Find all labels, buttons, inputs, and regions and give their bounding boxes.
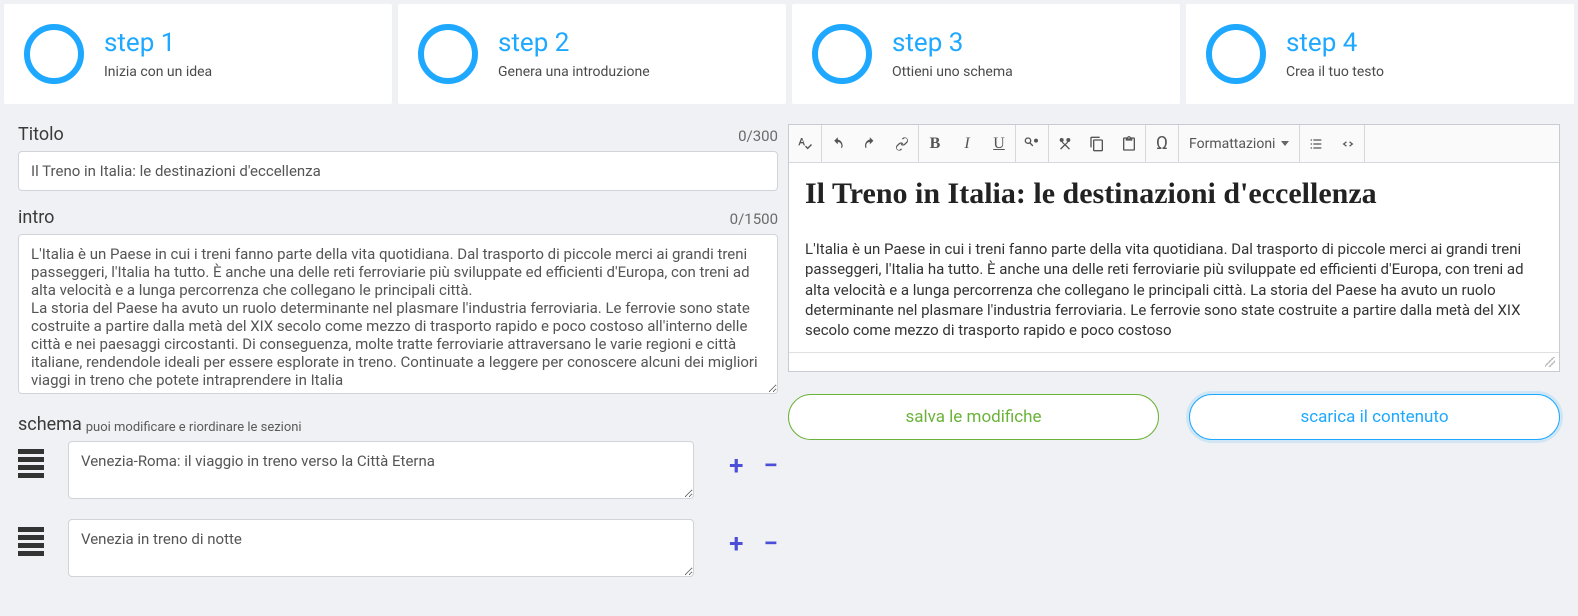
paste-icon[interactable]: [1113, 125, 1145, 162]
step-2-card[interactable]: step 2 Genera una introduzione: [398, 4, 786, 104]
save-button[interactable]: salva le modifiche: [788, 394, 1159, 440]
editor-heading: Il Treno in Italia: le destinazioni d'ec…: [805, 177, 1543, 211]
schema-row: + −: [18, 441, 778, 499]
steps-header: step 1 Inizia con un idea step 2 Genera …: [0, 0, 1578, 104]
titolo-counter: 0/300: [738, 127, 778, 145]
step-3-sub: Ottieni uno schema: [892, 64, 1013, 80]
intro-label: intro: [18, 207, 54, 228]
chevron-down-icon: [1281, 141, 1289, 146]
cut-icon[interactable]: [1049, 125, 1081, 162]
rich-text-editor: B I U: [788, 124, 1560, 372]
editor-resize-handle[interactable]: [789, 353, 1559, 371]
step-circle-icon: [24, 24, 84, 84]
schema-label: schema: [18, 414, 82, 435]
schema-item-input[interactable]: [68, 441, 694, 499]
drag-handle-icon[interactable]: [18, 441, 54, 478]
drag-handle-icon[interactable]: [18, 519, 54, 556]
underline-button[interactable]: U: [983, 125, 1015, 162]
source-code-icon[interactable]: [1332, 125, 1364, 162]
schema-row: + −: [18, 519, 778, 577]
titolo-input[interactable]: [18, 151, 778, 191]
special-char-icon[interactable]: Ω: [1146, 125, 1178, 162]
bold-button[interactable]: B: [919, 125, 951, 162]
find-replace-icon[interactable]: [1016, 125, 1048, 162]
link-icon[interactable]: [886, 125, 918, 162]
schema-field: schema puoi modificare e riordinare le s…: [18, 414, 778, 597]
step-1-card[interactable]: step 1 Inizia con un idea: [4, 4, 392, 104]
add-section-button[interactable]: +: [729, 531, 743, 557]
intro-textarea[interactable]: [18, 234, 778, 394]
step-1-title: step 1: [104, 28, 212, 58]
step-circle-icon: [418, 24, 478, 84]
titolo-label: Titolo: [18, 124, 64, 145]
intro-field: intro 0/1500: [18, 207, 778, 398]
download-button[interactable]: scarica il contenuto: [1189, 394, 1560, 440]
intro-counter: 0/1500: [730, 210, 778, 228]
titolo-field: Titolo 0/300: [18, 124, 778, 191]
step-3-title: step 3: [892, 28, 1013, 58]
editor-content[interactable]: Il Treno in Italia: le destinazioni d'ec…: [789, 163, 1559, 353]
step-3-card[interactable]: step 3 Ottieni uno schema: [792, 4, 1180, 104]
remove-section-button[interactable]: −: [763, 453, 778, 479]
redo-icon[interactable]: [854, 125, 886, 162]
step-circle-icon: [812, 24, 872, 84]
editor-toolbar: B I U: [789, 125, 1559, 163]
step-4-title: step 4: [1286, 28, 1384, 58]
format-dropdown-label: Formattazioni: [1189, 136, 1275, 152]
editor-paragraph: L'Italia è un Paese in cui i treni fanno…: [805, 239, 1543, 340]
step-2-title: step 2: [498, 28, 650, 58]
schema-hint: puoi modificare e riordinare le sezioni: [86, 420, 302, 435]
list-icon[interactable]: [1300, 125, 1332, 162]
copy-icon[interactable]: [1081, 125, 1113, 162]
italic-button[interactable]: I: [951, 125, 983, 162]
remove-section-button[interactable]: −: [763, 531, 778, 557]
step-1-sub: Inizia con un idea: [104, 64, 212, 80]
step-4-card[interactable]: step 4 Crea il tuo testo: [1186, 4, 1574, 104]
step-circle-icon: [1206, 24, 1266, 84]
spellcheck-icon[interactable]: [789, 125, 821, 162]
add-section-button[interactable]: +: [729, 453, 743, 479]
step-2-sub: Genera una introduzione: [498, 64, 650, 80]
undo-icon[interactable]: [822, 125, 854, 162]
step-4-sub: Crea il tuo testo: [1286, 64, 1384, 80]
schema-item-input[interactable]: [68, 519, 694, 577]
format-dropdown[interactable]: Formattazioni: [1179, 136, 1299, 152]
